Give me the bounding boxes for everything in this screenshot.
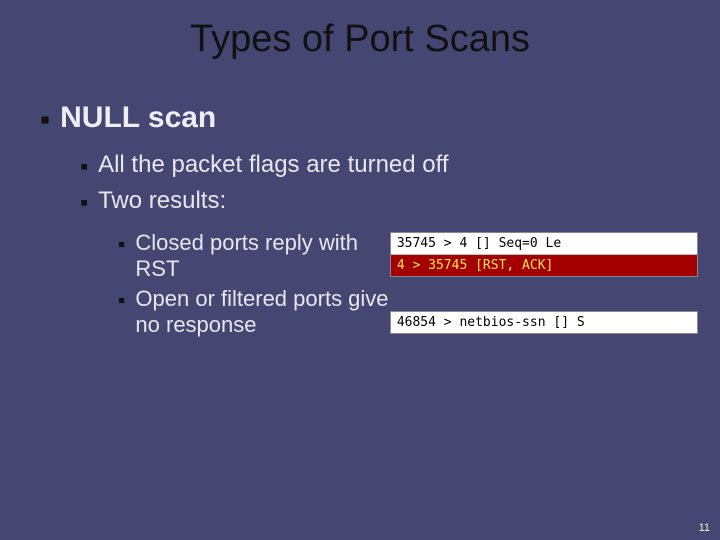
- right-column: 35745 > 4 [] Seq=0 Le 4 > 35745 [RST, AC…: [390, 230, 698, 334]
- bullet-level2: ▪ Two results:: [80, 187, 698, 216]
- bullet-square-icon: ▪: [40, 103, 50, 137]
- capture-row-request: 46854 > netbios-ssn [] S: [391, 312, 697, 333]
- slide: Types of Port Scans ▪ NULL scan ▪ All th…: [0, 0, 720, 540]
- bullet-square-icon: ▪: [118, 288, 125, 313]
- content-columns: ▪ Closed ports reply with RST ▪ Open or …: [22, 230, 698, 342]
- slide-number: 11: [699, 522, 710, 534]
- left-column: ▪ Closed ports reply with RST ▪ Open or …: [22, 230, 390, 342]
- bullet-square-icon: ▪: [118, 232, 125, 257]
- packet-capture-closed: 35745 > 4 [] Seq=0 Le 4 > 35745 [RST, AC…: [390, 232, 698, 277]
- bullet-text: Closed ports reply with RST: [135, 230, 389, 282]
- capture-row-request: 35745 > 4 [] Seq=0 Le: [391, 233, 697, 255]
- slide-title: Types of Port Scans: [22, 18, 698, 61]
- bullet-text: All the packet flags are turned off: [98, 151, 698, 179]
- bullet-square-icon: ▪: [80, 189, 88, 216]
- bullet-text: NULL scan: [60, 101, 698, 135]
- bullet-level1: ▪ NULL scan: [40, 101, 698, 137]
- bullet-level3: ▪ Open or filtered ports give no respons…: [118, 286, 390, 338]
- bullet-level2: ▪ All the packet flags are turned off: [80, 151, 698, 180]
- bullet-text: Open or filtered ports give no response: [135, 286, 389, 338]
- bullet-square-icon: ▪: [80, 153, 88, 180]
- bullet-text: Two results:: [98, 187, 698, 215]
- capture-row-rst: 4 > 35745 [RST, ACK]: [391, 255, 697, 276]
- bullet-level3: ▪ Closed ports reply with RST: [118, 230, 390, 282]
- packet-capture-open: 46854 > netbios-ssn [] S: [390, 311, 698, 334]
